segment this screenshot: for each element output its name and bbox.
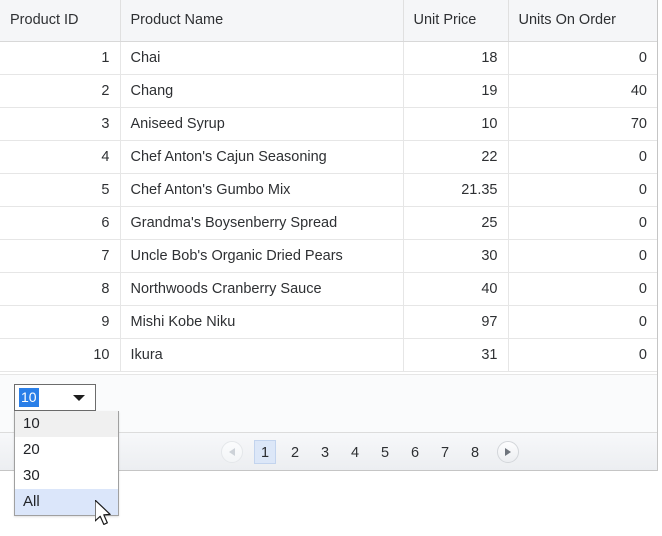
cell-unit-price: 30	[403, 239, 509, 273]
cell-product-id: 7	[0, 239, 121, 273]
cell-product-name: Mishi Kobe Niku	[120, 305, 404, 339]
cell-units-on-order: 0	[508, 41, 657, 75]
chevron-right-icon	[505, 447, 511, 456]
table-row[interactable]: 6 Grandma's Boysenberry Spread 25 0	[0, 206, 657, 240]
table-row[interactable]: 2 Chang 19 40	[0, 74, 657, 108]
cell-units-on-order: 70	[508, 107, 657, 141]
page-size-option-20[interactable]: 20	[15, 437, 118, 463]
cell-product-name: Chai	[120, 41, 404, 75]
cell-units-on-order: 0	[508, 338, 657, 372]
cell-units-on-order: 0	[508, 272, 657, 306]
cell-unit-price: 25	[403, 206, 509, 240]
chevron-down-icon[interactable]	[73, 394, 85, 401]
table-body: 1 Chai 18 0 2 Chang 19 40 3 Aniseed Syru…	[0, 41, 657, 372]
pager-page-8[interactable]: 8	[464, 440, 486, 464]
column-header-units-on-order[interactable]: Units On Order	[508, 0, 657, 42]
cell-product-name: Chef Anton's Cajun Seasoning	[120, 140, 404, 174]
cell-product-name: Uncle Bob's Organic Dried Pears	[120, 239, 404, 273]
cell-unit-price: 21.35	[403, 173, 509, 207]
cell-unit-price: 19	[403, 74, 509, 108]
cell-units-on-order: 40	[508, 74, 657, 108]
page-size-option-10[interactable]: 10	[15, 411, 118, 437]
column-header-product-id[interactable]: Product ID	[0, 0, 121, 42]
cell-product-id: 1	[0, 41, 121, 75]
table-row[interactable]: 1 Chai 18 0	[0, 41, 657, 75]
cell-unit-price: 10	[403, 107, 509, 141]
cell-units-on-order: 0	[508, 140, 657, 174]
cell-unit-price: 18	[403, 41, 509, 75]
page-size-dropdown-list: 10 20 30 All	[14, 411, 119, 516]
header-row: Product ID Product Name Unit Price Units…	[0, 0, 657, 42]
cell-units-on-order: 0	[508, 206, 657, 240]
cell-product-name: Aniseed Syrup	[120, 107, 404, 141]
cell-product-name: Northwoods Cranberry Sauce	[120, 272, 404, 306]
table-row[interactable]: 5 Chef Anton's Gumbo Mix 21.35 0	[0, 173, 657, 207]
pager-page-5[interactable]: 5	[374, 440, 396, 464]
cell-unit-price: 97	[403, 305, 509, 339]
table-row[interactable]: 10 Ikura 31 0	[0, 338, 657, 372]
page-size-option-30[interactable]: 30	[15, 463, 118, 489]
cell-product-id: 3	[0, 107, 121, 141]
cell-unit-price: 40	[403, 272, 509, 306]
column-header-product-name[interactable]: Product Name	[120, 0, 404, 42]
cell-unit-price: 22	[403, 140, 509, 174]
cell-product-id: 6	[0, 206, 121, 240]
table-row[interactable]: 9 Mishi Kobe Niku 97 0	[0, 305, 657, 339]
pager-page-4[interactable]: 4	[344, 440, 366, 464]
cell-product-id: 5	[0, 173, 121, 207]
screen: Product ID Product Name Unit Price Units…	[0, 0, 662, 536]
cell-product-name: Grandma's Boysenberry Spread	[120, 206, 404, 240]
cell-units-on-order: 0	[508, 173, 657, 207]
page-size-combobox[interactable]: 10	[14, 384, 96, 411]
cell-product-id: 9	[0, 305, 121, 339]
chevron-left-icon	[229, 447, 235, 456]
cell-product-id: 4	[0, 140, 121, 174]
pager-next-button[interactable]	[497, 440, 519, 463]
cell-product-name: Chang	[120, 74, 404, 108]
pager-controls: 1 2 3 4 5 6 7 8	[214, 439, 526, 464]
pager-page-1[interactable]: 1	[254, 439, 276, 464]
table-header: Product ID Product Name Unit Price Units…	[0, 0, 657, 42]
products-table: Product ID Product Name Unit Price Units…	[0, 0, 657, 372]
cell-units-on-order: 0	[508, 239, 657, 273]
page-size-option-all[interactable]: All	[15, 489, 118, 515]
cell-product-name: Chef Anton's Gumbo Mix	[120, 173, 404, 207]
table-row[interactable]: 7 Uncle Bob's Organic Dried Pears 30 0	[0, 239, 657, 273]
cell-unit-price: 31	[403, 338, 509, 372]
pager-prev-button[interactable]	[221, 440, 243, 463]
table-row[interactable]: 8 Northwoods Cranberry Sauce 40 0	[0, 272, 657, 306]
pager-page-6[interactable]: 6	[404, 440, 426, 464]
cell-product-id: 2	[0, 74, 121, 108]
cell-units-on-order: 0	[508, 305, 657, 339]
page-size-selected-value: 10	[19, 388, 39, 407]
table-row[interactable]: 4 Chef Anton's Cajun Seasoning 22 0	[0, 140, 657, 174]
column-header-unit-price[interactable]: Unit Price	[403, 0, 509, 42]
cell-product-name: Ikura	[120, 338, 404, 372]
cell-product-id: 10	[0, 338, 121, 372]
table-row[interactable]: 3 Aniseed Syrup 10 70	[0, 107, 657, 141]
pager-page-2[interactable]: 2	[284, 440, 306, 464]
pager-page-7[interactable]: 7	[434, 440, 456, 464]
cell-product-id: 8	[0, 272, 121, 306]
pager-page-3[interactable]: 3	[314, 440, 336, 464]
data-grid: Product ID Product Name Unit Price Units…	[0, 0, 658, 471]
